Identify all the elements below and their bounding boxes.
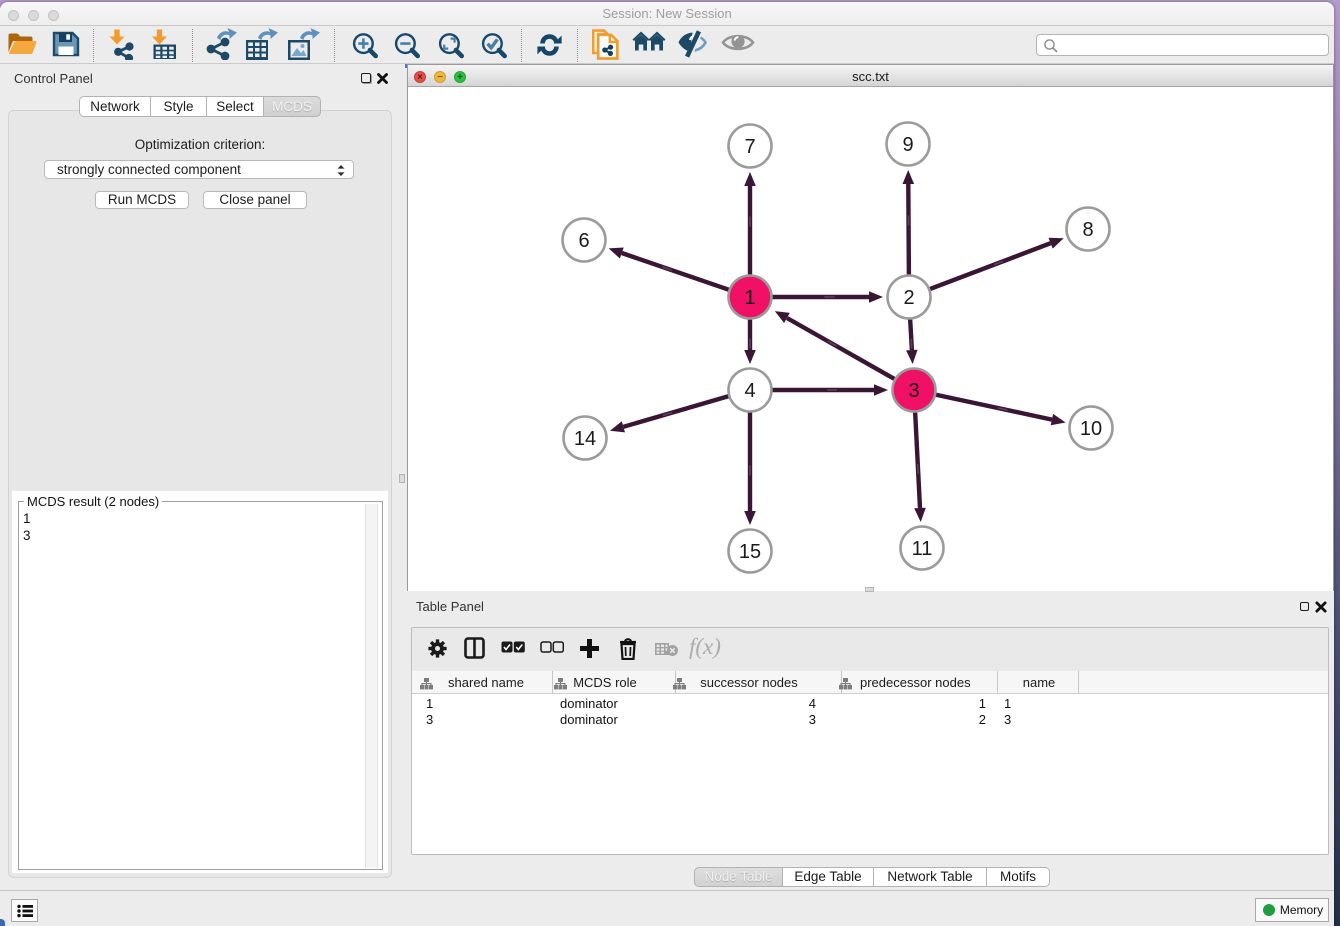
svg-text:14: 14	[574, 428, 596, 450]
svg-text:8: 8	[1082, 219, 1093, 241]
svg-text:4: 4	[744, 380, 755, 402]
svg-text:10: 10	[1080, 418, 1102, 440]
svg-text:6: 6	[578, 230, 589, 252]
svg-text:2: 2	[903, 287, 914, 309]
svg-text:1: 1	[744, 287, 755, 309]
svg-text:3: 3	[908, 380, 919, 402]
svg-text:15: 15	[739, 541, 761, 563]
svg-text:9: 9	[902, 134, 913, 156]
svg-text:11: 11	[912, 538, 933, 560]
svg-text:7: 7	[744, 136, 755, 158]
